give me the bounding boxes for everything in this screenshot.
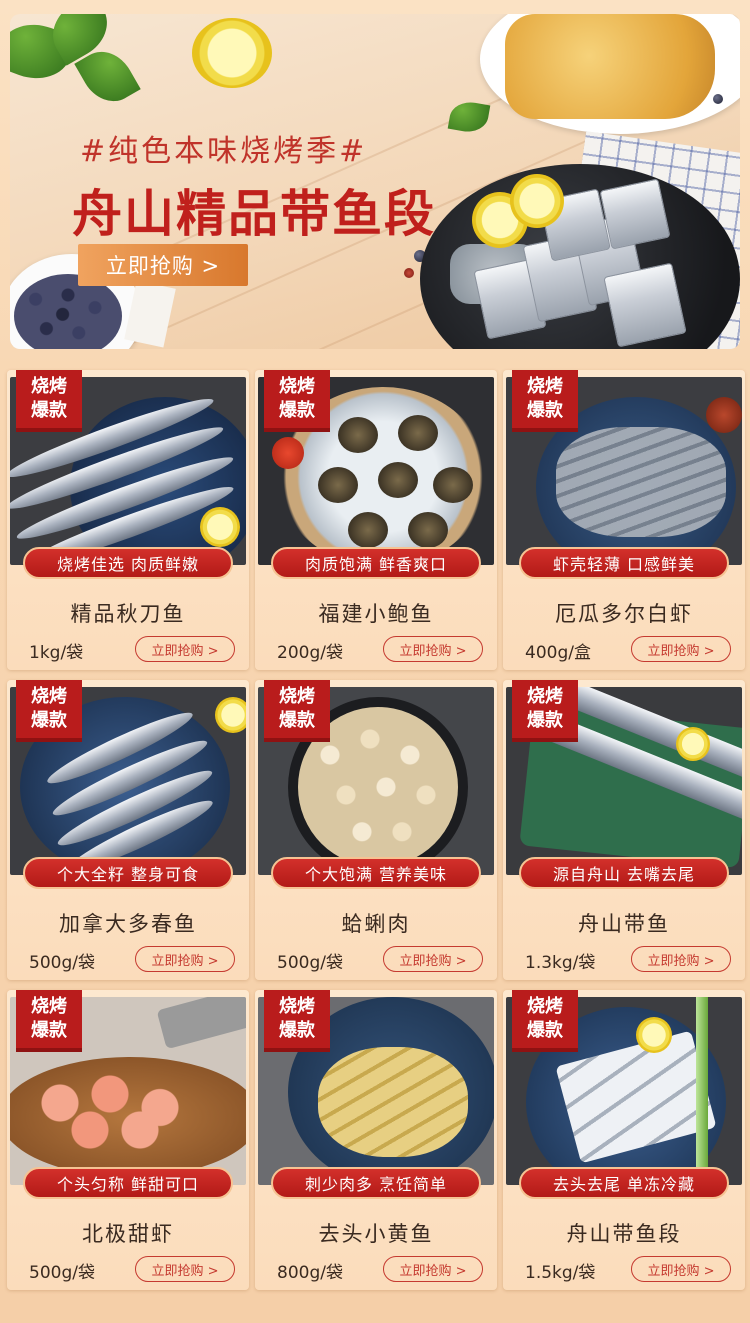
product-card-hairtail-chunks[interactable]: 烧烤 爆款 去头去尾 单冻冷藏 舟山带鱼段 1.5kg/袋 立即抢购 > [503, 990, 745, 1290]
buy-now-button[interactable]: 立即抢购 > [631, 946, 731, 972]
product-name: 加拿大多春鱼 [59, 912, 197, 936]
product-name: 精品秋刀鱼 [70, 602, 186, 626]
hairtail-chunk-decoration [599, 178, 671, 250]
buy-now-button[interactable]: 立即抢购 > [135, 946, 235, 972]
buy-now-button[interactable]: 立即抢购 > [383, 1256, 483, 1282]
abalone-shape [318, 467, 358, 503]
basil-leaf-decoration [447, 98, 491, 136]
product-weight: 1.5kg/袋 [525, 1263, 596, 1283]
croaker-pile-shape [318, 1047, 468, 1157]
product-weight: 800g/袋 [277, 1263, 343, 1283]
scallion-shape [696, 997, 708, 1177]
shrimp-pile-shape [20, 1067, 220, 1157]
hot-bbq-badge: 烧烤 爆款 [512, 990, 578, 1052]
product-weight: 1kg/袋 [29, 643, 84, 663]
product-tagline: 个大饱满 营养美味 [271, 857, 481, 889]
product-weight: 500g/袋 [29, 953, 95, 973]
pepper-grinder-shape [156, 997, 246, 1050]
product-tagline: 烧烤佳选 肉质鲜嫩 [23, 547, 233, 579]
shrimp-pile-shape [556, 427, 726, 537]
product-tagline: 刺少肉多 烹饪简单 [271, 1167, 481, 1199]
abalone-shape [408, 512, 448, 548]
lemon-slice-decoration [510, 174, 564, 228]
hairtail-chunk-decoration [603, 262, 687, 348]
product-tagline: 虾壳轻薄 口感鲜美 [519, 547, 729, 579]
product-name: 福建小鲍鱼 [318, 602, 434, 626]
abalone-shape [378, 462, 418, 498]
product-tagline: 去头去尾 单冻冷藏 [519, 1167, 729, 1199]
buy-now-button[interactable]: 立即抢购 > [631, 636, 731, 662]
hot-bbq-badge: 烧烤 爆款 [264, 990, 330, 1052]
buy-now-button[interactable]: 立即抢购 > [135, 636, 235, 662]
product-name: 北极甜虾 [82, 1222, 174, 1246]
product-card-saury[interactable]: 烧烤 爆款 烧烤佳选 肉质鲜嫩 精品秋刀鱼 1kg/袋 立即抢购 > [7, 370, 249, 670]
banner-subtitle: #纯色本味烧烤季# [80, 134, 368, 169]
banner-buy-button[interactable]: 立即抢购 > [78, 244, 248, 286]
product-name: 舟山带鱼段 [566, 1222, 682, 1246]
abalone-shape [348, 512, 388, 548]
lemon-slice-shape [636, 1017, 672, 1053]
peppercorn-decoration [404, 268, 414, 278]
buy-now-button[interactable]: 立即抢购 > [631, 1256, 731, 1282]
product-weight: 500g/袋 [277, 953, 343, 973]
product-weight: 500g/袋 [29, 1263, 95, 1283]
product-name: 厄瓜多尔白虾 [555, 602, 693, 626]
lemon-slice-shape [215, 697, 246, 733]
fried-fish-decoration [505, 14, 715, 119]
buy-now-button[interactable]: 立即抢购 > [383, 636, 483, 662]
product-weight: 1.3kg/袋 [525, 953, 596, 973]
lemon-slice-shape [200, 507, 240, 547]
product-name: 蛤蜊肉 [341, 912, 411, 936]
abalone-shape [338, 417, 378, 453]
product-weight: 200g/袋 [277, 643, 343, 663]
buy-now-button[interactable]: 立即抢购 > [383, 946, 483, 972]
spice-bowl-shape [706, 397, 742, 433]
abalone-shape [433, 467, 473, 503]
product-tagline: 肉质饱满 鲜香爽口 [271, 547, 481, 579]
abalone-shape [398, 415, 438, 451]
banner-title: 舟山精品带鱼段 [72, 185, 436, 243]
hot-bbq-badge: 烧烤 爆款 [264, 680, 330, 742]
lemon-slice-shape [676, 727, 710, 761]
hot-bbq-badge: 烧烤 爆款 [512, 680, 578, 742]
hot-bbq-badge: 烧烤 爆款 [16, 990, 82, 1052]
product-card-clam-meat[interactable]: 烧烤 爆款 个大饱满 营养美味 蛤蜊肉 500g/袋 立即抢购 > [255, 680, 497, 980]
product-tagline: 源自舟山 去嘴去尾 [519, 857, 729, 889]
product-tagline: 个大全籽 整身可食 [23, 857, 233, 889]
buy-now-button[interactable]: 立即抢购 > [135, 1256, 235, 1282]
hot-bbq-badge: 烧烤 爆款 [512, 370, 578, 432]
product-card-white-shrimp[interactable]: 烧烤 爆款 虾壳轻薄 口感鲜美 厄瓜多尔白虾 400g/盒 立即抢购 > [503, 370, 745, 670]
product-tagline: 个头匀称 鲜甜可口 [23, 1167, 233, 1199]
product-card-capelin[interactable]: 烧烤 爆款 个大全籽 整身可食 加拿大多春鱼 500g/袋 立即抢购 > [7, 680, 249, 980]
tomato-shape [272, 437, 304, 469]
product-name: 去头小黄鱼 [318, 1222, 434, 1246]
product-card-hairtail[interactable]: 烧烤 爆款 源自舟山 去嘴去尾 舟山带鱼 1.3kg/袋 立即抢购 > [503, 680, 745, 980]
product-card-arctic-shrimp[interactable]: 烧烤 爆款 个头匀称 鲜甜可口 北极甜虾 500g/袋 立即抢购 > [7, 990, 249, 1290]
product-weight: 400g/盒 [525, 643, 591, 663]
hot-bbq-badge: 烧烤 爆款 [264, 370, 330, 432]
promo-banner[interactable]: #纯色本味烧烤季# 舟山精品带鱼段 立即抢购 > [10, 14, 740, 349]
peppercorn-decoration [713, 94, 723, 104]
product-card-abalone[interactable]: 烧烤 爆款 肉质饱满 鲜香爽口 福建小鲍鱼 200g/袋 立即抢购 > [255, 370, 497, 670]
hot-bbq-badge: 烧烤 爆款 [16, 680, 82, 742]
product-card-yellow-croaker[interactable]: 烧烤 爆款 刺少肉多 烹饪简单 去头小黄鱼 800g/袋 立即抢购 > [255, 990, 497, 1290]
hot-bbq-badge: 烧烤 爆款 [16, 370, 82, 432]
product-name: 舟山带鱼 [578, 912, 670, 936]
lemon-slice-decoration [192, 18, 272, 88]
